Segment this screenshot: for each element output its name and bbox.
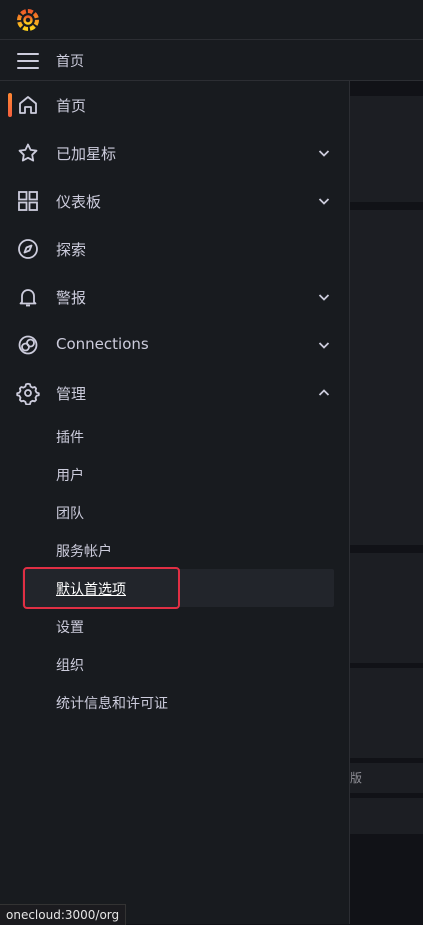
nav-subitem-organizations[interactable]: 组织 [0, 645, 349, 683]
content-card [350, 668, 423, 758]
content-card [350, 798, 423, 834]
nav-item-label: Connections [56, 335, 149, 353]
nav-subitem-service-accounts[interactable]: 服务帐户 [0, 531, 349, 569]
nav-subitem-label: 统计信息和许可证 [56, 696, 168, 712]
breadcrumb-home[interactable]: 首页 [56, 51, 84, 71]
nav-subitem-label: 用户 [56, 468, 84, 484]
nav-item-alerting[interactable]: 警报 [0, 273, 349, 321]
nav-item-starred[interactable]: 已加星标 [0, 129, 349, 177]
nav-item-administration[interactable]: 管理 [0, 369, 349, 417]
chevron-down-icon[interactable] [316, 289, 332, 305]
nav-subitem-label: 团队 [56, 506, 84, 522]
chevron-down-icon[interactable] [316, 193, 332, 209]
nav-item-label: 探索 [56, 241, 87, 259]
nav-subitem-settings[interactable]: 设置 [0, 607, 349, 645]
menu-toggle-icon[interactable] [17, 53, 39, 69]
nav-subitem-label: 设置 [56, 620, 84, 636]
connections-icon [16, 333, 40, 357]
nav-item-label: 警报 [56, 289, 87, 307]
nav-subitem-teams[interactable]: 团队 [0, 493, 349, 531]
chevron-down-icon[interactable] [316, 337, 332, 353]
home-icon [16, 93, 40, 117]
chevron-up-icon[interactable] [316, 385, 332, 401]
cog-icon [16, 381, 40, 405]
top-bar [0, 0, 423, 40]
nav-subitem-users[interactable]: 用户 [0, 455, 349, 493]
star-icon [16, 141, 40, 165]
link-status-bar: onecloud:3000/org [0, 904, 127, 925]
nav-item-home[interactable]: 首页 [0, 81, 349, 129]
nav-sidebar: 首页 已加星标 仪表板 探索 警报 Connections 管理 插件 用户 团… [0, 81, 350, 924]
apps-icon [16, 189, 40, 213]
nav-subitem-plugins[interactable]: 插件 [0, 417, 349, 455]
nav-subitem-label: 组织 [56, 658, 84, 674]
nav-subitem-stats-license[interactable]: 统计信息和许可证 [0, 683, 349, 721]
nav-subitem-label: 插件 [56, 430, 84, 446]
nav-item-label: 首页 [56, 97, 87, 115]
content-card [350, 210, 423, 545]
content-card [350, 553, 423, 663]
highlight-annotation-box [23, 567, 180, 609]
grafana-logo-icon[interactable] [16, 8, 40, 32]
compass-icon [16, 237, 40, 261]
nav-item-explore[interactable]: 探索 [0, 225, 349, 273]
nav-subitem-label: 服务帐户 [56, 544, 112, 560]
nav-item-label: 已加星标 [56, 145, 117, 163]
nav-item-label: 仪表板 [56, 193, 102, 211]
background-text: 版 [350, 771, 363, 785]
nav-item-dashboards[interactable]: 仪表板 [0, 177, 349, 225]
breadcrumb-bar: 首页 [0, 40, 423, 81]
nav-item-label: 管理 [56, 385, 87, 403]
chevron-down-icon[interactable] [316, 145, 332, 161]
active-indicator [8, 93, 12, 117]
content-card [350, 96, 423, 202]
nav-item-connections[interactable]: Connections [0, 321, 349, 369]
bell-icon [16, 285, 40, 309]
